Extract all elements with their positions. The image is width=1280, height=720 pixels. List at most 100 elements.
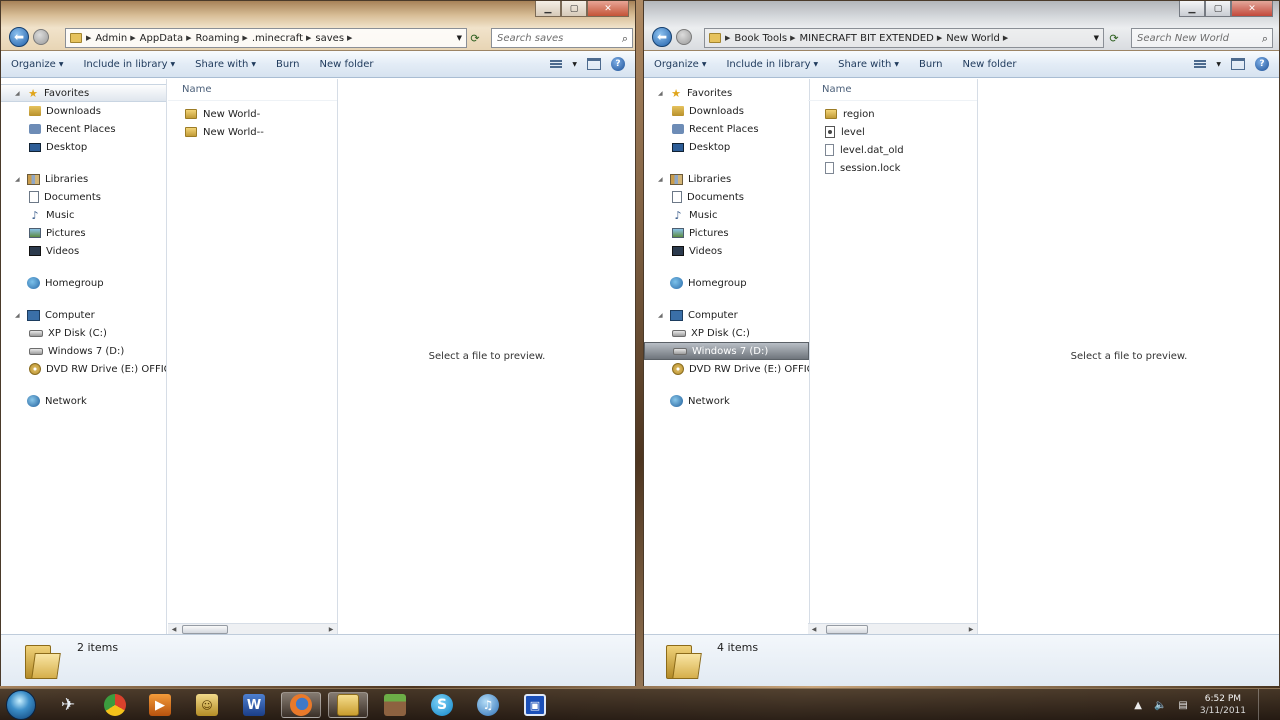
refresh-icon[interactable]: ⟳: [1106, 30, 1122, 46]
include-in-library-button[interactable]: Include in library ▼: [73, 59, 185, 70]
preview-pane-icon[interactable]: [587, 58, 601, 70]
breadcrumb-saves[interactable]: saves ▶: [315, 33, 352, 44]
volume-icon[interactable]: 🔈: [1154, 700, 1166, 711]
share-with-button[interactable]: Share with ▼: [185, 59, 266, 70]
nav-homegroup[interactable]: Homegroup: [644, 274, 809, 292]
clock[interactable]: 6:52 PM 3/11/2011: [1200, 693, 1246, 717]
new-folder-button[interactable]: New folder: [953, 59, 1027, 70]
forward-button[interactable]: [676, 29, 692, 45]
help-icon[interactable]: ?: [1255, 57, 1269, 71]
nav-recent-places[interactable]: Recent Places: [1, 120, 166, 138]
column-header-name[interactable]: Name: [808, 79, 977, 101]
taskbar-chat-app[interactable]: ☺: [187, 692, 227, 718]
minimize-button[interactable]: ▁: [535, 1, 561, 17]
search-input[interactable]: Search New World ⌕: [1131, 28, 1273, 48]
list-item[interactable]: New World--: [168, 123, 337, 141]
burn-button[interactable]: Burn: [909, 59, 952, 70]
nav-music[interactable]: ♪ Music: [644, 206, 809, 224]
nav-desktop[interactable]: Desktop: [1, 138, 166, 156]
maximize-button[interactable]: ▢: [561, 1, 587, 17]
breadcrumb-roaming[interactable]: Roaming ▶: [195, 33, 247, 44]
nav-videos[interactable]: Videos: [1, 242, 166, 260]
network-status-icon[interactable]: ▤: [1178, 700, 1187, 711]
scroll-left-icon[interactable]: ◀: [168, 624, 180, 635]
show-desktop-button[interactable]: [1258, 689, 1270, 720]
nav-homegroup[interactable]: Homegroup: [1, 274, 166, 292]
back-button[interactable]: ⬅: [9, 27, 29, 47]
list-item[interactable]: New World-: [168, 105, 337, 123]
chevron-down-icon[interactable]: ▼: [1094, 34, 1099, 42]
nav-desktop[interactable]: Desktop: [644, 138, 809, 156]
breadcrumb-admin[interactable]: Admin ▶: [95, 33, 135, 44]
nav-documents[interactable]: Documents: [644, 188, 809, 206]
horizontal-scrollbar[interactable]: ◀ ▶: [168, 623, 337, 634]
taskbar-skype[interactable]: S: [422, 692, 462, 718]
nav-libraries[interactable]: ◢ Libraries: [644, 170, 809, 188]
breadcrumb-minecraft[interactable]: .minecraft ▶: [252, 33, 312, 44]
nav-downloads[interactable]: Downloads: [644, 102, 809, 120]
start-button[interactable]: [6, 690, 36, 720]
nav-windows7-drive[interactable]: Windows 7 (D:): [644, 342, 809, 360]
search-input[interactable]: Search saves ⌕: [491, 28, 633, 48]
breadcrumb-minecraft-extended[interactable]: MINECRAFT BIT EXTENDED ▶: [799, 33, 942, 44]
nav-documents[interactable]: Documents: [1, 188, 166, 206]
nav-videos[interactable]: Videos: [644, 242, 809, 260]
forward-button[interactable]: [33, 29, 49, 45]
scrollbar-thumb[interactable]: [182, 625, 228, 634]
breadcrumb-new-world[interactable]: New World ▶: [946, 33, 1008, 44]
expand-arrow-icon[interactable]: ◢: [658, 312, 665, 319]
taskbar-itunes[interactable]: ♫: [468, 692, 508, 718]
nav-xp-disk[interactable]: XP Disk (C:): [1, 324, 166, 342]
scroll-right-icon[interactable]: ▶: [965, 624, 977, 635]
nav-favorites[interactable]: ◢ ★ Favorites: [644, 84, 809, 102]
scroll-right-icon[interactable]: ▶: [325, 624, 337, 635]
help-icon[interactable]: ?: [611, 57, 625, 71]
scrollbar-thumb[interactable]: [826, 625, 868, 634]
chevron-down-icon[interactable]: ▼: [1216, 61, 1221, 68]
taskbar-explorer[interactable]: [328, 692, 368, 718]
nav-downloads[interactable]: Downloads: [1, 102, 166, 120]
taskbar-word[interactable]: W: [234, 692, 274, 718]
column-header-name[interactable]: Name: [168, 79, 337, 101]
share-with-button[interactable]: Share with ▼: [828, 59, 909, 70]
taskbar-plane-app[interactable]: ✈: [48, 692, 88, 718]
preview-pane-icon[interactable]: [1231, 58, 1245, 70]
nav-recent-places[interactable]: Recent Places: [644, 120, 809, 138]
taskbar-firefox[interactable]: [281, 692, 321, 718]
nav-windows7-drive[interactable]: Windows 7 (D:): [1, 342, 166, 360]
organize-button[interactable]: Organize ▼: [644, 59, 716, 70]
horizontal-scrollbar[interactable]: ◀ ▶: [808, 623, 977, 634]
expand-arrow-icon[interactable]: ◢: [15, 90, 22, 97]
nav-pictures[interactable]: Pictures: [644, 224, 809, 242]
chevron-down-icon[interactable]: ▼: [572, 61, 577, 68]
list-item[interactable]: level.dat_old: [808, 141, 977, 159]
expand-arrow-icon[interactable]: ◢: [15, 176, 22, 183]
scroll-left-icon[interactable]: ◀: [808, 624, 820, 635]
minimize-button[interactable]: ▁: [1179, 1, 1205, 17]
taskbar-chrome[interactable]: [95, 692, 135, 718]
nav-music[interactable]: ♪ Music: [1, 206, 166, 224]
address-bar[interactable]: ▶ Admin ▶ AppData ▶ Roaming ▶ .minecraft ▶ s…: [65, 28, 467, 48]
burn-button[interactable]: Burn: [266, 59, 309, 70]
nav-network[interactable]: Network: [1, 392, 166, 410]
expand-arrow-icon[interactable]: ◢: [658, 90, 665, 97]
nav-dvd-drive[interactable]: DVD RW Drive (E:) OFFICE1: [1, 360, 166, 378]
nav-computer[interactable]: ◢ Computer: [644, 306, 809, 324]
nav-computer[interactable]: ◢ Computer: [1, 306, 166, 324]
new-folder-button[interactable]: New folder: [310, 59, 384, 70]
refresh-icon[interactable]: ⟳: [467, 30, 483, 46]
back-button[interactable]: ⬅: [652, 27, 672, 47]
maximize-button[interactable]: ▢: [1205, 1, 1231, 17]
breadcrumb-book-tools[interactable]: Book Tools ▶: [734, 33, 795, 44]
include-in-library-button[interactable]: Include in library ▼: [716, 59, 828, 70]
list-item[interactable]: level: [808, 123, 977, 141]
address-bar[interactable]: ▶ Book Tools ▶ MINECRAFT BIT EXTENDED ▶ Ne…: [704, 28, 1104, 48]
organize-button[interactable]: Organize ▼: [1, 59, 73, 70]
view-options-icon[interactable]: [550, 60, 563, 68]
chevron-down-icon[interactable]: ▼: [457, 34, 462, 42]
nav-dvd-drive[interactable]: DVD RW Drive (E:) OFFICE1: [644, 360, 809, 378]
expand-arrow-icon[interactable]: ◢: [15, 312, 22, 319]
nav-xp-disk[interactable]: XP Disk (C:): [644, 324, 809, 342]
list-item[interactable]: session.lock: [808, 159, 977, 177]
close-button[interactable]: ✕: [1231, 1, 1273, 17]
